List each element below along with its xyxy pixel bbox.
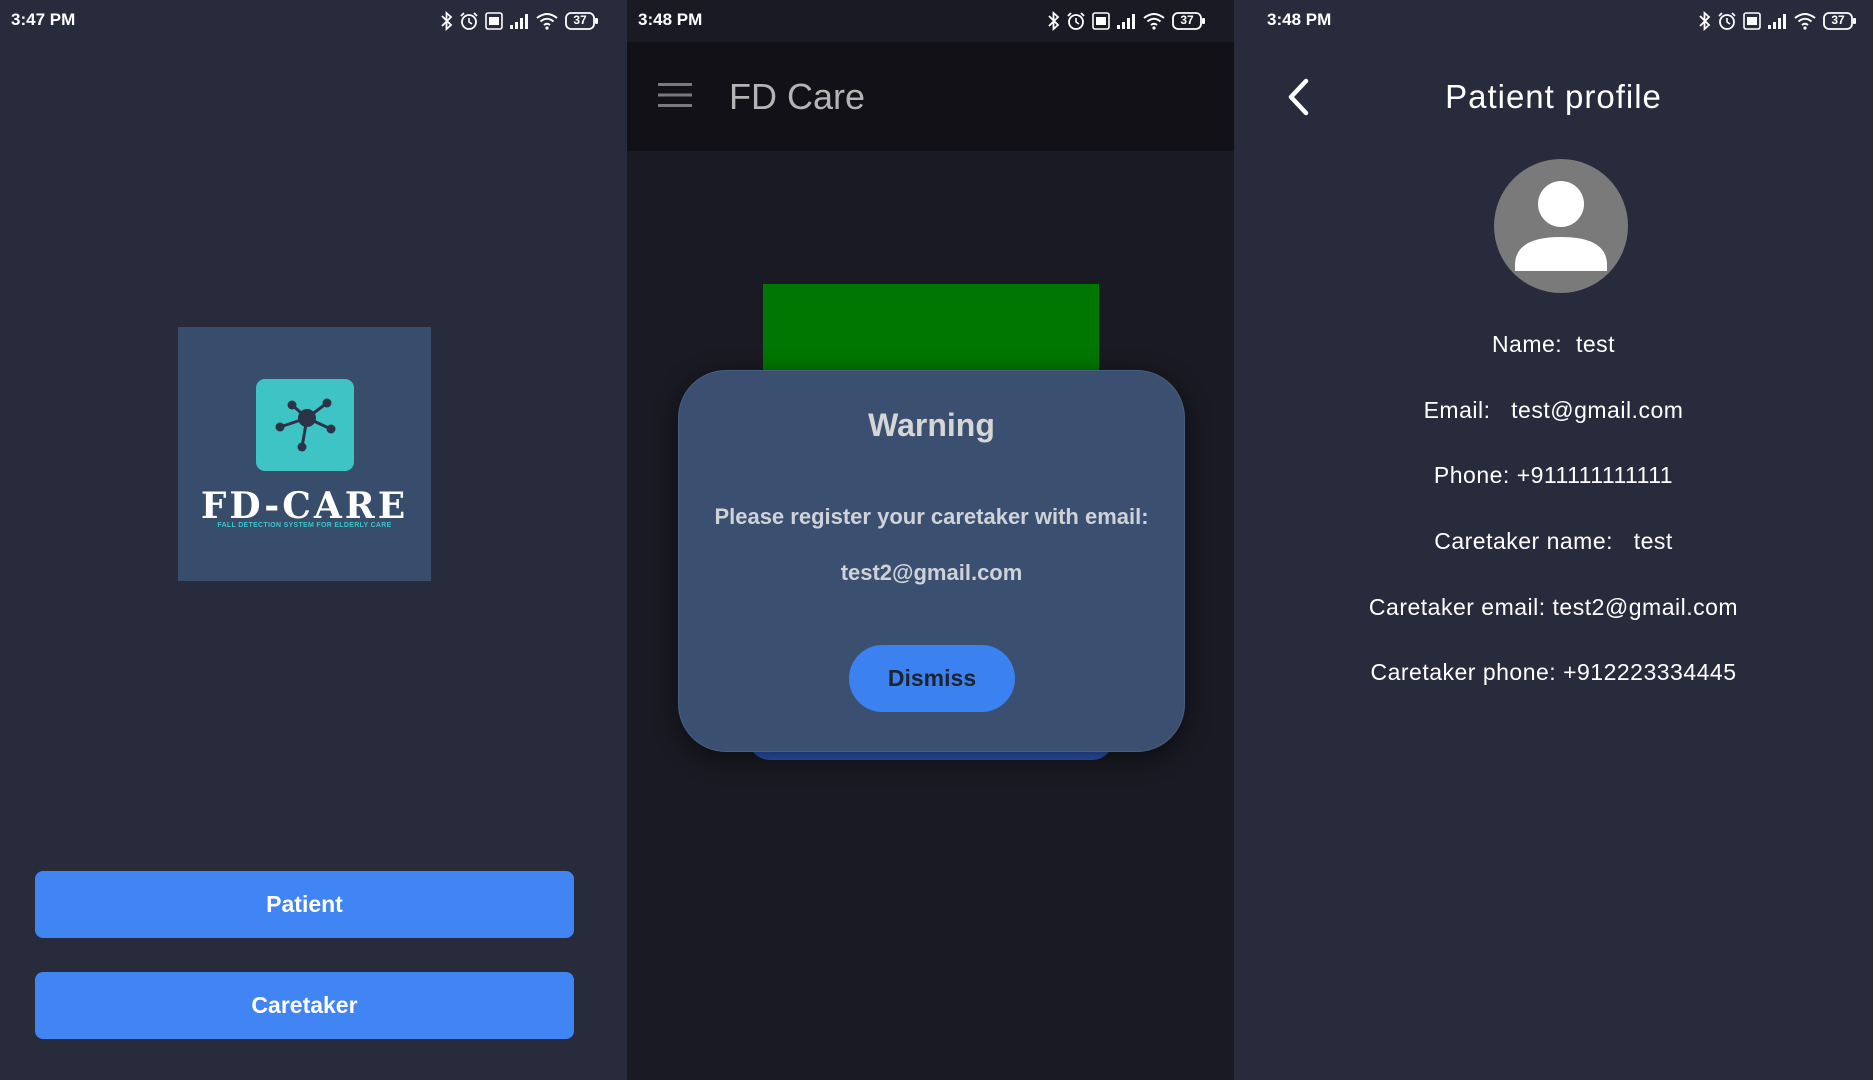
bluetooth-icon — [1699, 11, 1711, 31]
app-logo: FD-CARE FALL DETECTION SYSTEM FOR ELDERL… — [178, 327, 431, 581]
app-title: FD Care — [729, 76, 866, 117]
signal-icon — [1117, 14, 1135, 29]
caretaker-button[interactable]: Caretaker — [35, 972, 574, 1039]
signal-icon — [510, 14, 528, 29]
warning-dialog: Warning Please register your caretaker w… — [678, 370, 1185, 752]
status-time: 3:48 PM — [638, 10, 703, 29]
role-select-screen: 3:47 PM 37 FD-CARE FALL DETECTION SYSTEM… — [0, 0, 627, 1080]
wifi-icon — [536, 13, 558, 30]
dialog-message: Please register your caretaker with emai… — [714, 504, 1149, 529]
status-bar: 3:48 PM 37 — [627, 0, 1234, 42]
wifi-icon — [1794, 13, 1816, 30]
dialog-title: Warning — [868, 407, 995, 443]
bluetooth-icon — [1048, 11, 1060, 31]
profile-phone: Phone: +911111111111 — [1433, 462, 1674, 488]
page-title: Patient profile — [1445, 78, 1662, 115]
user-avatar-icon — [1494, 159, 1628, 293]
patient-profile-screen: 3:48 PM 37 Patient profile Name: test Em… — [1234, 0, 1873, 1080]
bluetooth-icon — [441, 11, 453, 31]
signal-icon — [1768, 14, 1786, 29]
dismiss-button[interactable]: Dismiss — [849, 645, 1015, 712]
alarm-icon — [1067, 12, 1085, 30]
app-bar: FD Care — [627, 42, 1234, 151]
warning-dialog-screen: 3:48 PM 37 FD Care Warning Please regist… — [627, 0, 1234, 1080]
battery-icon: 37 — [565, 12, 599, 30]
volte-icon — [1743, 12, 1761, 30]
volte-icon — [1092, 12, 1110, 30]
alarm-icon — [1718, 12, 1736, 30]
volte-icon — [485, 12, 503, 30]
profile-email: Email: test@gmail.com — [1423, 397, 1684, 423]
battery-icon: 37 — [1823, 12, 1857, 30]
profile-caretaker-email: Caretaker email: test2@gmail.com — [1368, 594, 1739, 620]
battery-icon: 37 — [1172, 12, 1206, 30]
status-time: 3:47 PM — [11, 10, 76, 29]
status-bar: 3:47 PM 37 — [0, 0, 627, 42]
logo-subtitle: FALL DETECTION SYSTEM FOR ELDERLY CARE — [217, 522, 392, 529]
status-bar: 3:48 PM 37 — [1234, 0, 1873, 42]
status-time: 3:48 PM — [1267, 10, 1332, 29]
battery-level: 37 — [573, 13, 587, 27]
profile-caretaker-name: Caretaker name: test — [1434, 528, 1673, 554]
logo-title: FD-CARE — [200, 485, 409, 527]
network-icon — [256, 379, 354, 471]
patient-button[interactable]: Patient — [35, 871, 574, 938]
alarm-icon — [460, 12, 478, 30]
wifi-icon — [1143, 13, 1165, 30]
battery-level: 37 — [1831, 13, 1845, 27]
profile-caretaker-phone: Caretaker phone: +912223334445 — [1370, 659, 1737, 685]
profile-name: Name: test — [1491, 331, 1616, 357]
battery-level: 37 — [1180, 13, 1194, 27]
dialog-email: test2@gmail.com — [840, 560, 1023, 585]
menu-icon[interactable] — [658, 82, 692, 108]
